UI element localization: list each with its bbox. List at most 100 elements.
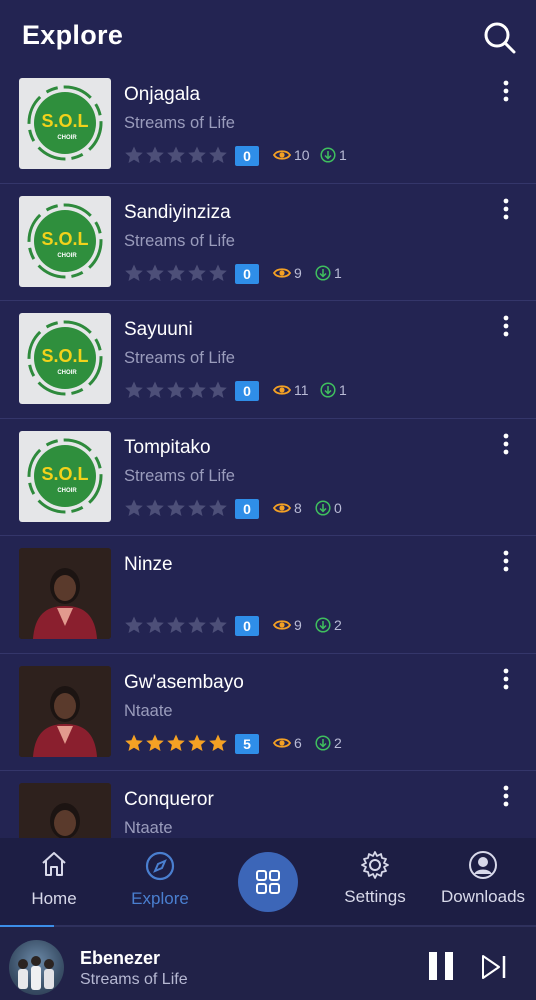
- star-icon[interactable]: [145, 498, 165, 518]
- star-icon[interactable]: [208, 263, 228, 283]
- star-icon[interactable]: [124, 380, 144, 400]
- list-item[interactable]: S.O.L CHOIR Onjagala Streams of Life 0 1…: [0, 66, 536, 184]
- rating-badge: 0: [235, 381, 259, 401]
- bottom-nav: Home Explore Settings Downloads: [0, 838, 536, 926]
- star-icon[interactable]: [124, 733, 144, 753]
- rating-stars[interactable]: [124, 263, 228, 283]
- views-value: 8: [294, 499, 302, 516]
- star-icon[interactable]: [208, 380, 228, 400]
- nav-explore[interactable]: Explore: [124, 850, 196, 920]
- track-thumbnail: [19, 665, 111, 757]
- list-item[interactable]: S.O.L CHOIR Tompitako Streams of Life 0 …: [0, 419, 536, 536]
- track-thumbnail: S.O.L CHOIR: [19, 78, 111, 169]
- star-icon[interactable]: [124, 145, 144, 165]
- track-artist: Ntaate: [124, 819, 173, 837]
- rating-stars[interactable]: [124, 498, 228, 518]
- track-artist: Streams of Life: [124, 466, 235, 485]
- nav-home[interactable]: Home: [28, 850, 80, 920]
- views-value: 9: [294, 264, 302, 281]
- skip-next-icon[interactable]: [480, 953, 508, 981]
- nav-explore-label: Explore: [131, 889, 189, 908]
- nav-settings[interactable]: Settings: [340, 850, 410, 920]
- grid-icon: [256, 870, 280, 894]
- more-options-icon[interactable]: [499, 668, 513, 690]
- eye-icon: [273, 620, 291, 630]
- star-icon[interactable]: [187, 733, 207, 753]
- star-icon[interactable]: [208, 615, 228, 635]
- compass-icon: [145, 851, 175, 881]
- star-icon[interactable]: [124, 615, 144, 635]
- page-title: Explore: [22, 20, 124, 50]
- search-icon[interactable]: [482, 20, 518, 56]
- logo-text: S.O.L: [41, 346, 88, 366]
- list-item[interactable]: S.O.L CHOIR Sandiyinziza Streams of Life…: [0, 184, 536, 301]
- downloads-value: 1: [334, 264, 342, 281]
- list-item[interactable]: Ninze 0 9 2: [0, 536, 536, 654]
- download-icon: [315, 499, 331, 516]
- rating-badge: 0: [235, 616, 259, 636]
- rating-stars[interactable]: [124, 380, 228, 400]
- pause-icon[interactable]: [427, 951, 455, 981]
- eye-icon: [273, 502, 291, 513]
- views-count: 11: [273, 380, 309, 400]
- rating-badge: 0: [235, 498, 259, 519]
- star-icon[interactable]: [208, 498, 228, 518]
- track-title: Gw'asembayo: [124, 671, 244, 693]
- logo-text: S.O.L: [41, 464, 88, 484]
- star-icon[interactable]: [145, 380, 165, 400]
- download-icon: [315, 264, 331, 281]
- views-count: 8: [273, 498, 302, 518]
- views-value: 9: [294, 617, 302, 633]
- star-icon[interactable]: [187, 145, 207, 165]
- rating-stars[interactable]: [124, 733, 228, 753]
- nav-downloads-label: Downloads: [440, 887, 526, 906]
- track-title: Onjagala: [124, 84, 201, 105]
- list-item[interactable]: Gw'asembayo Ntaate 5 6 2: [0, 654, 536, 771]
- star-icon[interactable]: [166, 498, 186, 518]
- grid-menu-button[interactable]: [238, 852, 298, 912]
- list-item[interactable]: S.O.L CHOIR Sayuuni Streams of Life 0 11…: [0, 301, 536, 419]
- star-icon[interactable]: [166, 380, 186, 400]
- nav-downloads[interactable]: Downloads: [437, 850, 529, 920]
- star-icon[interactable]: [208, 733, 228, 753]
- star-icon[interactable]: [187, 263, 207, 283]
- star-icon[interactable]: [166, 263, 186, 283]
- rating-badge: 0: [235, 263, 259, 284]
- rating-stars[interactable]: [124, 615, 228, 635]
- more-options-icon[interactable]: [499, 550, 513, 572]
- star-icon[interactable]: [124, 498, 144, 518]
- nav-home-label: Home: [31, 889, 77, 908]
- star-icon[interactable]: [187, 498, 207, 518]
- list-item[interactable]: Conqueror Ntaate: [0, 771, 536, 838]
- more-options-icon[interactable]: [499, 433, 513, 455]
- star-icon[interactable]: [145, 263, 165, 283]
- rating-badge: 0: [235, 146, 259, 166]
- downloads-count: 1: [320, 145, 347, 165]
- more-options-icon[interactable]: [499, 80, 513, 102]
- star-icon[interactable]: [166, 145, 186, 165]
- rating-badge: 5: [235, 733, 259, 754]
- downloads-value: 0: [334, 499, 342, 516]
- more-options-icon[interactable]: [499, 785, 513, 807]
- home-icon: [42, 852, 66, 876]
- gear-icon: [361, 851, 389, 879]
- logo-text: S.O.L: [41, 111, 88, 131]
- star-icon[interactable]: [145, 145, 165, 165]
- star-icon[interactable]: [166, 615, 186, 635]
- star-icon[interactable]: [187, 380, 207, 400]
- star-icon[interactable]: [145, 733, 165, 753]
- eye-icon: [273, 267, 291, 278]
- views-count: 9: [273, 263, 302, 283]
- star-icon[interactable]: [208, 145, 228, 165]
- star-icon[interactable]: [187, 615, 207, 635]
- more-options-icon[interactable]: [499, 198, 513, 220]
- star-icon[interactable]: [166, 733, 186, 753]
- more-options-icon[interactable]: [499, 315, 513, 337]
- star-icon[interactable]: [124, 263, 144, 283]
- track-title: Sayuuni: [124, 319, 193, 340]
- star-icon[interactable]: [145, 615, 165, 635]
- track-artist: Streams of Life: [124, 231, 235, 250]
- track-title: Conqueror: [124, 789, 214, 810]
- mini-player[interactable]: Ebenezer Streams of Life: [0, 927, 536, 1000]
- rating-stars[interactable]: [124, 145, 228, 165]
